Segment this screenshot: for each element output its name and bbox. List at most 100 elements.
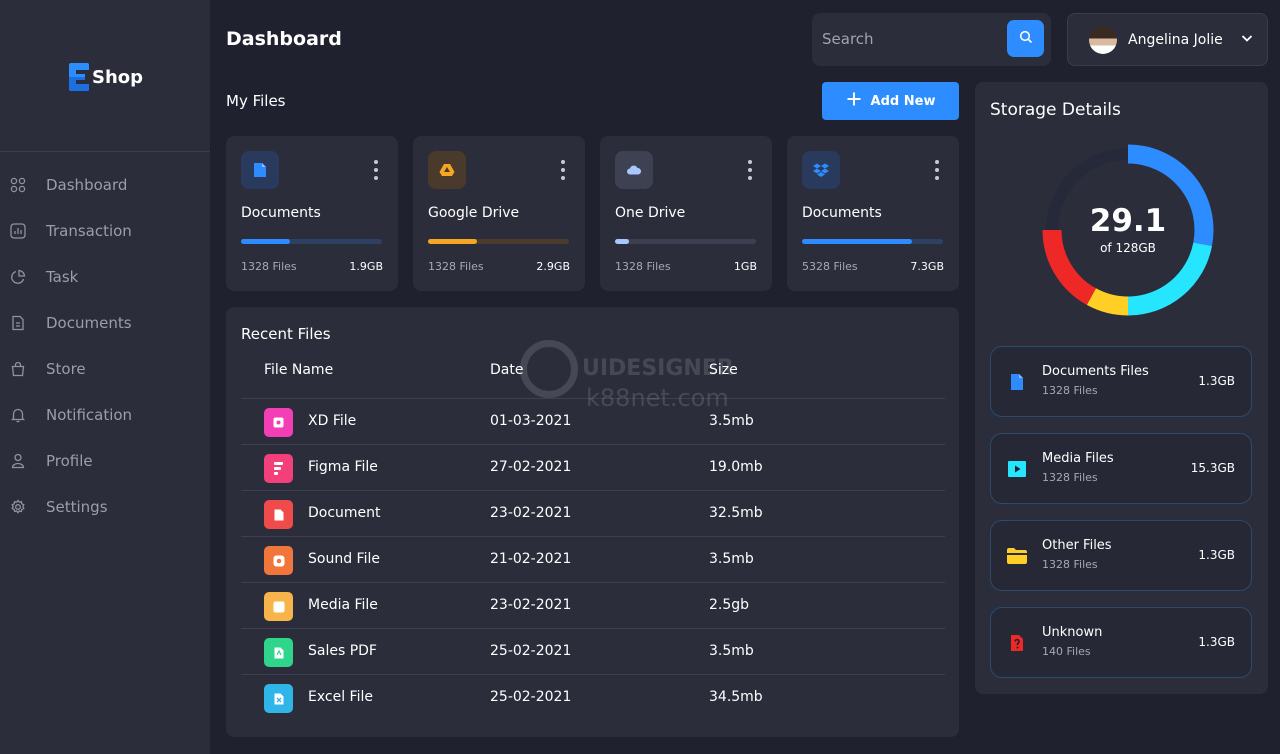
folder-icon xyxy=(1007,546,1027,566)
sidebar-item-profile[interactable]: Profile xyxy=(0,438,210,484)
file-size: 3.5mb xyxy=(709,413,754,429)
cloud-icon xyxy=(615,151,653,189)
storage-item-count: 1328 Files xyxy=(1042,384,1098,397)
card-size: 1GB xyxy=(733,260,757,273)
sidebar-item-settings[interactable]: Settings xyxy=(0,484,210,530)
storage-item-count: 1328 Files xyxy=(1042,471,1098,484)
storage-item-name: Media Files xyxy=(1042,451,1114,466)
brand-logo[interactable]: Shop xyxy=(68,62,143,92)
progress-fill xyxy=(241,239,291,244)
storage-total: of 128GB xyxy=(1100,240,1156,255)
document-icon xyxy=(1007,372,1027,392)
sidebar-item-notification[interactable]: Notification xyxy=(0,392,210,438)
brand-name: Shop xyxy=(92,66,144,88)
table-row[interactable]: XD File 01-03-2021 3.5mb xyxy=(241,398,945,444)
sidebar-item-dashboard[interactable]: Dashboard xyxy=(0,162,210,208)
storage-item-media[interactable]: Media Files 1328 Files 15.3GB xyxy=(990,433,1252,504)
storage-panel: Storage Details 29.1 of 128GB Documents … xyxy=(975,82,1268,694)
table-row[interactable]: Excel File 25-02-2021 34.5mb xyxy=(241,674,945,720)
file-date: 25-02-2021 xyxy=(490,643,572,659)
progress-bar xyxy=(802,239,943,244)
more-options-icon[interactable] xyxy=(933,160,941,180)
figma-file-icon xyxy=(264,454,293,483)
gear-icon xyxy=(10,499,26,515)
table-row[interactable]: Sales PDF 25-02-2021 3.5mb xyxy=(241,628,945,674)
sidebar-nav: Dashboard Transaction Task Documents Sto… xyxy=(0,162,210,530)
file-card-one-drive[interactable]: One Drive 1328 Files 1GB xyxy=(600,136,772,291)
file-date: 21-02-2021 xyxy=(490,551,572,567)
file-card-dropbox[interactable]: Documents 5328 Files 7.3GB xyxy=(787,136,959,291)
card-name: Documents xyxy=(802,205,882,221)
progress-bar xyxy=(615,239,756,244)
bag-icon xyxy=(10,361,26,377)
xd-file-icon xyxy=(264,408,293,437)
file-date: 25-02-2021 xyxy=(490,689,572,705)
sidebar-item-documents[interactable]: Documents xyxy=(0,300,210,346)
table-row[interactable]: Media File 23-02-2021 2.5gb xyxy=(241,582,945,628)
sidebar-item-store[interactable]: Store xyxy=(0,346,210,392)
sidebar-item-label: Transaction xyxy=(46,222,132,240)
file-name: Excel File xyxy=(308,689,373,705)
card-name: One Drive xyxy=(615,205,686,221)
add-new-button[interactable]: Add New xyxy=(822,82,959,120)
sidebar-item-label: Documents xyxy=(46,314,132,332)
card-file-count: 5328 Files xyxy=(802,260,858,273)
storage-item-other[interactable]: Other Files 1328 Files 1.3GB xyxy=(990,520,1252,591)
file-name: XD File xyxy=(308,413,357,429)
sidebar-item-label: Profile xyxy=(46,452,93,470)
plus-icon xyxy=(846,91,862,111)
recent-files-title: Recent Files xyxy=(241,325,331,343)
sidebar-item-transaction[interactable]: Transaction xyxy=(0,208,210,254)
more-options-icon[interactable] xyxy=(372,160,380,180)
recent-files-table: XD File 01-03-2021 3.5mb Figma File 27-0… xyxy=(241,398,945,720)
progress-bar xyxy=(241,239,382,244)
document-icon xyxy=(10,315,26,331)
user-menu[interactable]: Angelina Jolie xyxy=(1067,13,1268,66)
storage-item-size: 1.3GB xyxy=(1198,635,1235,649)
more-options-icon[interactable] xyxy=(559,160,567,180)
donut-center: 29.1 of 128GB xyxy=(1038,140,1218,320)
file-date: 23-02-2021 xyxy=(490,597,572,613)
pdf-file-icon xyxy=(264,638,293,667)
user-name: Angelina Jolie xyxy=(1128,31,1223,48)
column-header-size[interactable]: Size xyxy=(709,362,738,378)
search-button[interactable] xyxy=(1007,20,1044,57)
file-name: Media File xyxy=(308,597,378,613)
storage-item-size: 15.3GB xyxy=(1190,461,1235,475)
table-row[interactable]: Document 23-02-2021 32.5mb xyxy=(241,490,945,536)
user-icon xyxy=(10,453,26,469)
storage-used: 29.1 xyxy=(1089,202,1167,239)
sidebar-divider xyxy=(0,151,210,152)
column-header-file-name[interactable]: File Name xyxy=(264,362,333,378)
file-card-documents[interactable]: Documents 1328 Files 1.9GB xyxy=(226,136,398,291)
sidebar-item-label: Notification xyxy=(46,406,133,424)
storage-item-name: Unknown xyxy=(1042,625,1103,640)
media-file-icon xyxy=(264,592,293,621)
media-icon xyxy=(1007,459,1027,479)
more-options-icon[interactable] xyxy=(746,160,754,180)
chevron-down-icon xyxy=(1240,30,1254,49)
file-date: 27-02-2021 xyxy=(490,459,572,475)
app: Shop Dashboard Transaction Task Document… xyxy=(0,0,1280,754)
table-row[interactable]: Figma File 27-02-2021 19.0mb xyxy=(241,444,945,490)
logo-icon xyxy=(68,62,90,92)
document-icon xyxy=(241,151,279,189)
avatar xyxy=(1089,25,1117,54)
google-drive-icon xyxy=(428,151,466,189)
search-input[interactable] xyxy=(822,27,1002,51)
column-header-date[interactable]: Date xyxy=(490,362,523,378)
file-card-google-drive[interactable]: Google Drive 1328 Files 2.9GB xyxy=(413,136,585,291)
file-date: 01-03-2021 xyxy=(490,413,572,429)
table-row[interactable]: Sound File 21-02-2021 3.5mb xyxy=(241,536,945,582)
storage-item-documents[interactable]: Documents Files 1328 Files 1.3GB xyxy=(990,346,1252,417)
card-file-count: 1328 Files xyxy=(615,260,671,273)
sidebar: Shop Dashboard Transaction Task Document… xyxy=(0,0,210,754)
progress-bar xyxy=(428,239,569,244)
sidebar-item-task[interactable]: Task xyxy=(0,254,210,300)
storage-item-unknown[interactable]: Unknown 140 Files 1.3GB xyxy=(990,607,1252,678)
document-file-icon xyxy=(264,500,293,529)
storage-item-name: Other Files xyxy=(1042,538,1112,553)
card-size: 7.3GB xyxy=(910,260,944,273)
chart-icon xyxy=(10,223,26,239)
file-size: 34.5mb xyxy=(709,689,763,705)
